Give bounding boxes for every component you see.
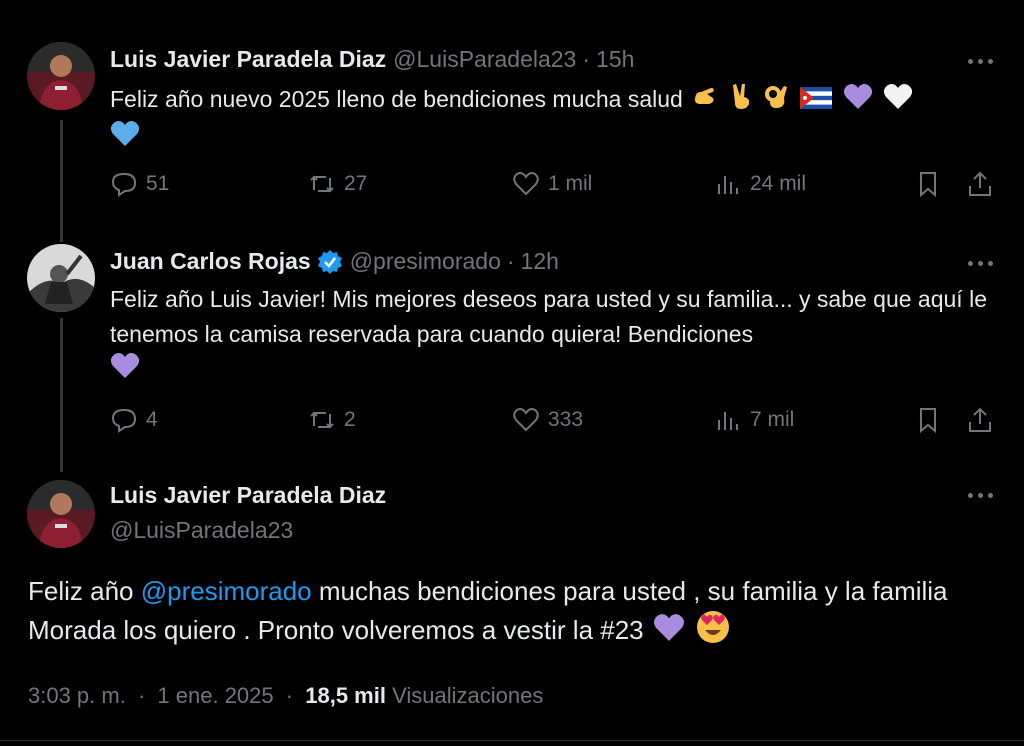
avatar[interactable] xyxy=(27,480,95,548)
views-count: 24 mil xyxy=(750,172,807,195)
views-button[interactable]: 7 mil xyxy=(714,406,794,434)
repost-button[interactable]: 27 xyxy=(308,170,367,198)
repost-icon xyxy=(310,175,334,193)
blue-heart-icon xyxy=(110,120,140,157)
bookmark-icon xyxy=(920,408,936,434)
timestamp[interactable]: 12h xyxy=(521,248,559,275)
author-handle[interactable]: @presimorado xyxy=(350,248,501,275)
divider xyxy=(0,740,1024,741)
views-total: 18,5 mil xyxy=(305,683,386,708)
tweet-body: Feliz año nuevo 2025 lleno de bendicione… xyxy=(110,86,683,113)
tweet-actions: 51 27 1 mil 24 mil xyxy=(110,170,1000,204)
bookmark-button[interactable] xyxy=(914,406,942,434)
tweet-text: Feliz año Luis Javier! Mis mejores deseo… xyxy=(110,282,990,389)
author-handle[interactable]: @LuisParadela23 xyxy=(393,46,576,73)
separator: · xyxy=(285,683,294,708)
avatar[interactable] xyxy=(27,42,95,110)
white-heart-icon xyxy=(883,83,913,120)
reply-count: 51 xyxy=(146,172,170,195)
separator: · xyxy=(506,248,515,274)
reply-button[interactable]: 51 xyxy=(110,170,169,198)
verified-badge-icon xyxy=(317,249,342,274)
views-label: Visualizaciones xyxy=(392,683,544,708)
tweet-text: Feliz año @presimorado muchas bendicione… xyxy=(28,572,1008,654)
views-button[interactable]: 24 mil xyxy=(714,170,806,198)
tweet-meta: 3:03 p. m. · 1 ene. 2025 · 18,5 mil Visu… xyxy=(28,683,543,709)
reply-icon xyxy=(111,408,137,433)
analytics-icon xyxy=(718,412,738,430)
victory-hand-icon xyxy=(730,82,754,120)
like-count: 333 xyxy=(548,408,584,431)
purple-heart-icon xyxy=(110,352,140,389)
repost-count: 27 xyxy=(344,172,368,195)
like-button[interactable]: 333 xyxy=(512,406,583,434)
tweet-header: Juan Carlos Rojas @presimorado · 12h xyxy=(110,248,559,275)
more-options-button[interactable] xyxy=(968,490,996,500)
analytics-icon xyxy=(718,176,738,194)
share-button[interactable] xyxy=(966,406,994,434)
tweet-body-start: Feliz año xyxy=(28,576,141,606)
reply-button[interactable]: 4 xyxy=(110,406,158,434)
separator: · xyxy=(137,683,146,708)
share-icon xyxy=(969,171,991,196)
purple-heart-icon xyxy=(843,83,873,120)
tweet-2[interactable]: Juan Carlos Rojas @presimorado · 12h Fel… xyxy=(0,240,1024,472)
views-count: 7 mil xyxy=(750,408,795,431)
tweet-header: Luis Javier Paradela Diaz @LuisParadela2… xyxy=(110,46,634,73)
reply-icon xyxy=(111,172,137,197)
tweet-actions: 4 2 333 7 mil xyxy=(110,406,1000,440)
tweet-1[interactable]: Luis Javier Paradela Diaz @LuisParadela2… xyxy=(0,0,1024,240)
more-options-button[interactable] xyxy=(968,258,996,268)
heart-eyes-icon xyxy=(696,610,730,654)
ok-hand-icon xyxy=(764,82,790,120)
author-handle[interactable]: @LuisParadela23 xyxy=(110,517,293,544)
author-name[interactable]: Juan Carlos Rojas xyxy=(110,248,311,275)
post-time[interactable]: 3:03 p. m. xyxy=(28,683,126,708)
repost-icon xyxy=(310,411,334,429)
cuba-flag-icon xyxy=(800,84,833,119)
heart-icon xyxy=(513,408,539,432)
reply-count: 4 xyxy=(146,408,158,431)
repost-button[interactable]: 2 xyxy=(308,406,356,434)
tweet-text: Feliz año nuevo 2025 lleno de bendicione… xyxy=(110,82,990,157)
avatar[interactable] xyxy=(27,244,95,312)
tweet-body: Feliz año Luis Javier! Mis mejores deseo… xyxy=(110,286,987,347)
separator: · xyxy=(582,46,591,72)
repost-count: 2 xyxy=(344,408,356,431)
like-count: 1 mil xyxy=(548,172,593,195)
author-name[interactable]: Luis Javier Paradela Diaz xyxy=(110,482,386,509)
heart-icon xyxy=(513,172,539,196)
share-button[interactable] xyxy=(966,170,994,198)
post-date[interactable]: 1 ene. 2025 xyxy=(157,683,273,708)
bookmark-button[interactable] xyxy=(914,170,942,198)
purple-heart-icon xyxy=(653,613,685,652)
author-name[interactable]: Luis Javier Paradela Diaz xyxy=(110,46,386,73)
mention-link[interactable]: @presimorado xyxy=(141,576,312,606)
timestamp[interactable]: 15h xyxy=(596,46,634,73)
more-options-button[interactable] xyxy=(968,56,996,66)
like-button[interactable]: 1 mil xyxy=(512,170,592,198)
share-icon xyxy=(969,407,991,432)
call-me-hand-icon xyxy=(691,82,719,120)
bookmark-icon xyxy=(920,172,936,198)
